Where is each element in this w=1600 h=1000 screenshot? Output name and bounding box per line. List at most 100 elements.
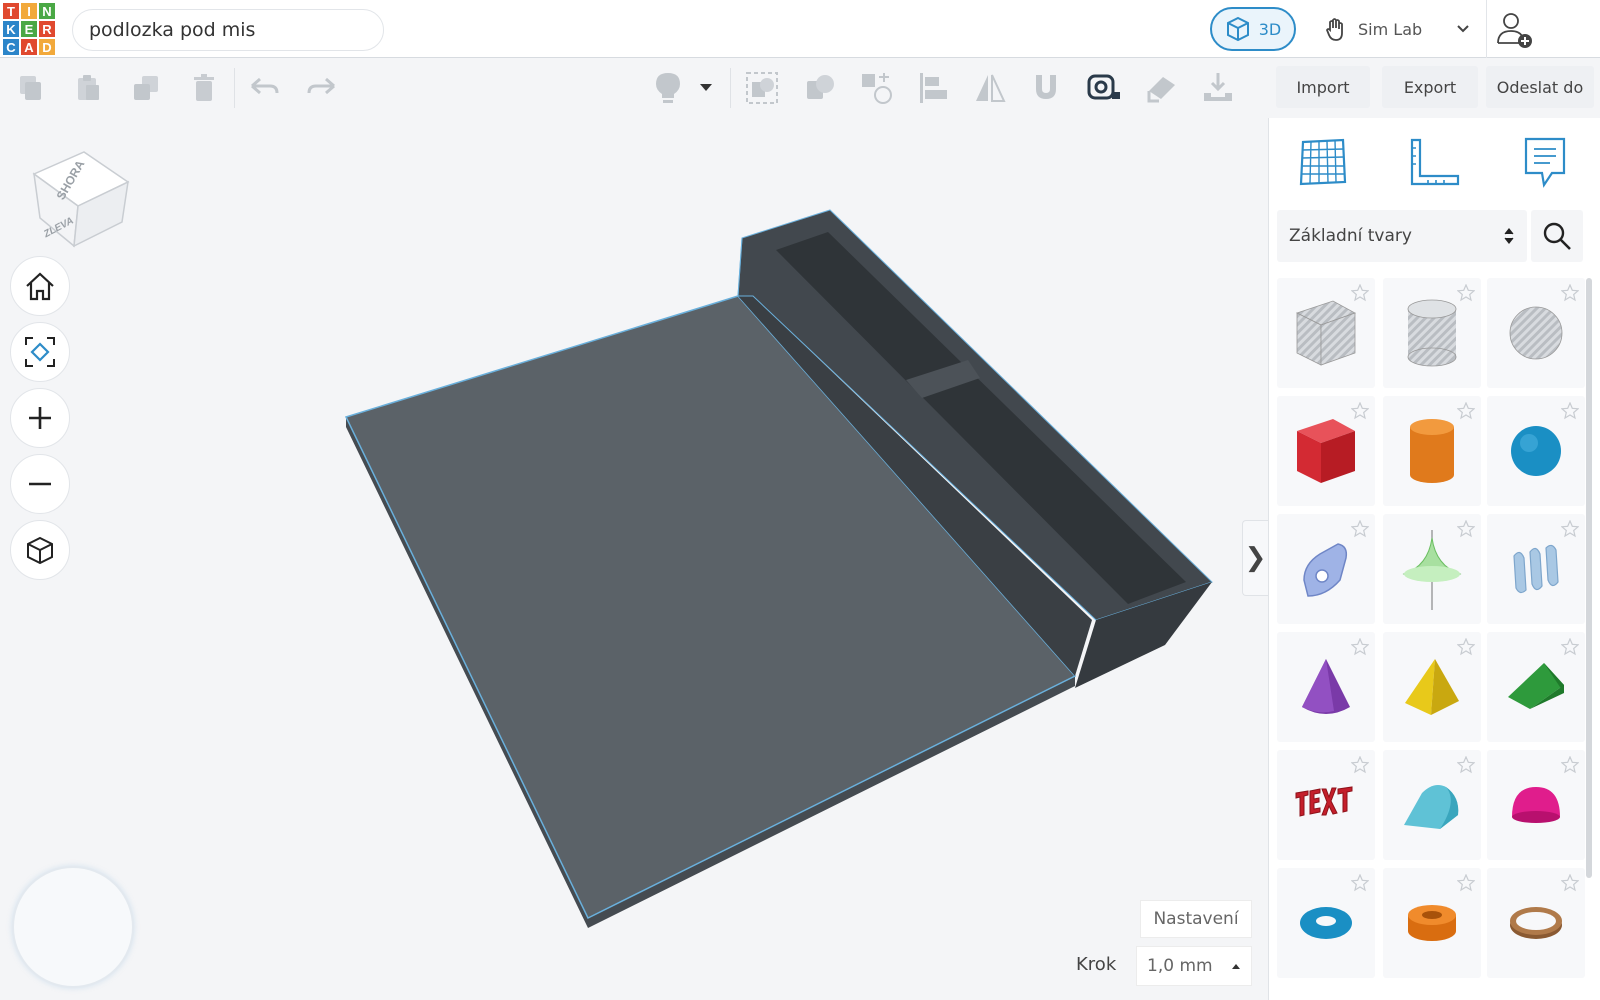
shape-tile[interactable] [1487, 514, 1585, 624]
shape-tile[interactable] [1383, 278, 1481, 388]
paste-button[interactable] [68, 68, 108, 108]
mirror-button[interactable] [970, 68, 1010, 108]
shape-tile[interactable] [1383, 514, 1481, 624]
star-icon[interactable] [1351, 520, 1369, 538]
workplane-tool-button[interactable] [1293, 132, 1353, 192]
star-icon[interactable] [1351, 284, 1369, 302]
shape-tile[interactable] [1383, 750, 1481, 860]
shape-tile[interactable] [1487, 278, 1585, 388]
cylinder-icon [1410, 419, 1454, 483]
shape-tile[interactable] [1277, 278, 1375, 388]
star-icon[interactable] [1561, 402, 1579, 420]
logo-letter: K [2, 20, 20, 38]
simlab-dropdown[interactable]: Sim Lab [1318, 7, 1472, 51]
scribble-icon [1303, 543, 1348, 597]
undo-button[interactable] [244, 68, 284, 108]
import-to-workplane-button[interactable] [1198, 68, 1238, 108]
panel-collapse-button[interactable]: ❯ [1242, 520, 1268, 596]
star-icon[interactable] [1561, 284, 1579, 302]
snap-grid-select[interactable]: 1,0 mm [1136, 946, 1252, 986]
snap-grid-label: Krok [1076, 954, 1117, 975]
star-icon[interactable] [1457, 402, 1475, 420]
shape-tile[interactable] [1383, 396, 1481, 506]
ruler-tape-button[interactable] [1084, 68, 1124, 108]
star-icon[interactable] [1457, 874, 1475, 892]
add-user-icon [1496, 13, 1532, 48]
copy-button[interactable] [10, 68, 50, 108]
star-icon[interactable] [1457, 284, 1475, 302]
shape-category-value: Základní tvary [1289, 226, 1412, 246]
workplane-grid-icon [1299, 138, 1347, 186]
delete-button[interactable] [184, 68, 224, 108]
chevron-down-icon [1457, 25, 1469, 33]
notes-tool-button[interactable] [1515, 132, 1575, 192]
zoom-out-button[interactable] [10, 454, 70, 514]
shape-tile[interactable] [1277, 868, 1375, 978]
ungroup-icon [807, 75, 834, 99]
home-view-button[interactable] [10, 256, 70, 316]
light-dropdown[interactable] [692, 68, 720, 108]
star-icon[interactable] [1351, 756, 1369, 774]
sphere-hole-icon [1509, 306, 1563, 360]
shape-tile[interactable] [1277, 750, 1375, 860]
ruler-tool-button[interactable] [1405, 132, 1465, 192]
copy-icon [20, 76, 41, 100]
note-icon [1524, 137, 1566, 188]
star-icon[interactable] [1457, 756, 1475, 774]
view-cube[interactable]: SHORA ZLEVA [26, 138, 136, 258]
redo-button[interactable] [302, 68, 342, 108]
shape-tile[interactable] [1487, 868, 1585, 978]
shape-tile[interactable] [1487, 632, 1585, 742]
download-icon [1204, 73, 1232, 101]
zoom-in-button[interactable] [10, 388, 70, 448]
star-icon[interactable] [1561, 756, 1579, 774]
fit-view-button[interactable] [10, 322, 70, 382]
send-to-button[interactable]: Odeslat do [1486, 66, 1594, 108]
redo-icon [307, 77, 335, 95]
shape-tile[interactable] [1487, 750, 1585, 860]
note-pin-icon [1147, 77, 1175, 103]
project-title-input[interactable]: podlozka pod mis [72, 9, 384, 51]
star-icon[interactable] [1351, 874, 1369, 892]
shape-category-select[interactable]: Základní tvary [1277, 210, 1527, 262]
magnet-icon [1036, 75, 1056, 99]
orbit-control[interactable] [12, 866, 134, 988]
import-button[interactable]: Import [1276, 66, 1370, 108]
shape-tile[interactable] [1277, 396, 1375, 506]
shape-tile[interactable] [1383, 868, 1481, 978]
shape-tile[interactable] [1277, 632, 1375, 742]
half-sphere-icon [1512, 787, 1560, 823]
sphere-icon [1511, 426, 1561, 476]
shape-tile[interactable] [1487, 396, 1585, 506]
panel-scrollbar[interactable] [1586, 278, 1592, 878]
toolbar-divider [730, 68, 731, 108]
star-icon[interactable] [1351, 638, 1369, 656]
mode-3d-button[interactable]: 3D [1210, 7, 1296, 51]
workplane-viewport[interactable]: SHORA ZLEVA Nastavení Krok 1,0 mm [0, 118, 1268, 1000]
perspective-button[interactable] [10, 520, 70, 580]
align-button[interactable] [914, 68, 954, 108]
star-icon[interactable] [1561, 638, 1579, 656]
shape-search-button[interactable] [1531, 210, 1583, 262]
star-icon[interactable] [1351, 402, 1369, 420]
add-user-button[interactable] [1486, 0, 1542, 58]
group-button[interactable] [742, 68, 782, 108]
ungroup-button[interactable] [800, 68, 840, 108]
star-icon[interactable] [1457, 520, 1475, 538]
logo-letter: E [20, 20, 38, 38]
shape-tile[interactable] [1383, 632, 1481, 742]
notes-button[interactable] [1142, 68, 1182, 108]
export-button[interactable]: Export [1382, 66, 1478, 108]
magnet-button[interactable] [1026, 68, 1066, 108]
roof-icon [1508, 663, 1564, 709]
star-icon[interactable] [1561, 874, 1579, 892]
cruise-button[interactable] [856, 68, 896, 108]
shape-tile[interactable] [1277, 514, 1375, 624]
light-bulb-button[interactable] [648, 68, 688, 108]
workplane-settings-button[interactable]: Nastavení [1140, 900, 1252, 938]
tinkercad-logo[interactable]: T I N K E R C A D [2, 2, 56, 56]
star-icon[interactable] [1457, 638, 1475, 656]
star-icon[interactable] [1561, 520, 1579, 538]
box-icon [1297, 419, 1355, 483]
duplicate-button[interactable] [126, 68, 166, 108]
